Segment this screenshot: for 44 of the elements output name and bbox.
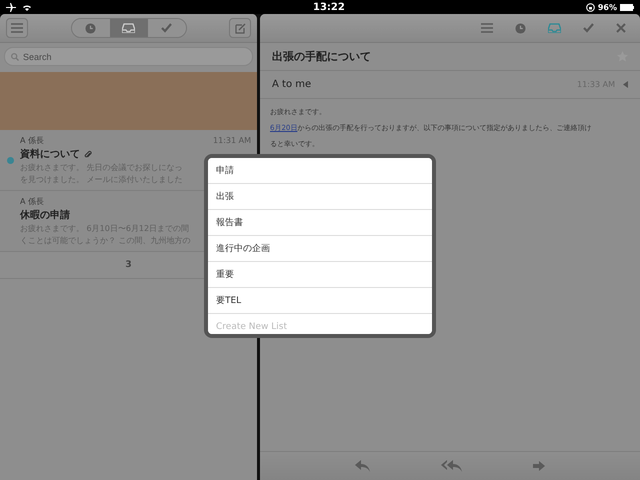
search-icon — [11, 52, 19, 60]
list-item[interactable]: 申請 — [208, 158, 432, 184]
search-input[interactable]: Search — [23, 52, 246, 62]
close-icon — [616, 23, 626, 33]
menu-button[interactable] — [6, 18, 28, 38]
forward-button[interactable] — [533, 461, 545, 471]
menu-icon — [481, 23, 493, 33]
reply-all-button[interactable] — [441, 460, 463, 472]
search-field[interactable]: Search — [4, 47, 253, 66]
battery-percent: 96% — [598, 2, 617, 12]
inbox-button[interactable] — [548, 23, 561, 33]
tray-icon — [122, 23, 135, 33]
sender-name: A 係長 — [20, 196, 44, 207]
tray-icon — [548, 23, 561, 33]
airplane-icon — [6, 2, 16, 12]
message-subject: 資料について — [20, 148, 80, 161]
clock-button[interactable] — [515, 22, 526, 34]
menu-icon — [11, 23, 23, 33]
rotation-lock-icon — [586, 2, 595, 12]
sender-line: A to me — [272, 79, 312, 90]
clock-icon — [85, 22, 96, 34]
expand-arrow-icon[interactable] — [623, 81, 628, 88]
close-button[interactable] — [616, 23, 626, 33]
forward-arrow-icon — [533, 461, 545, 471]
battery-icon — [620, 4, 634, 10]
email-subject: 出張の手配について — [272, 49, 371, 64]
reply-all-arrow-icon — [441, 460, 463, 472]
menu-button[interactable] — [481, 23, 493, 33]
compose-icon — [234, 22, 246, 34]
checkmark-icon — [583, 23, 594, 33]
status-time: 13:22 — [312, 2, 345, 12]
reply-button[interactable] — [355, 460, 371, 472]
sender-name: A 係長 — [20, 135, 44, 146]
wifi-icon — [22, 3, 32, 11]
clock-tab[interactable] — [72, 19, 110, 37]
clock-icon — [515, 22, 526, 34]
check-button[interactable] — [583, 23, 594, 33]
inbox-tab[interactable] — [110, 19, 148, 37]
page-count: 3 — [125, 260, 132, 270]
checkmark-icon — [161, 23, 172, 33]
compose-button[interactable] — [229, 18, 251, 38]
check-tab[interactable] — [148, 19, 186, 37]
message-subject: 休暇の申請 — [20, 208, 70, 222]
reply-arrow-icon — [355, 460, 371, 472]
